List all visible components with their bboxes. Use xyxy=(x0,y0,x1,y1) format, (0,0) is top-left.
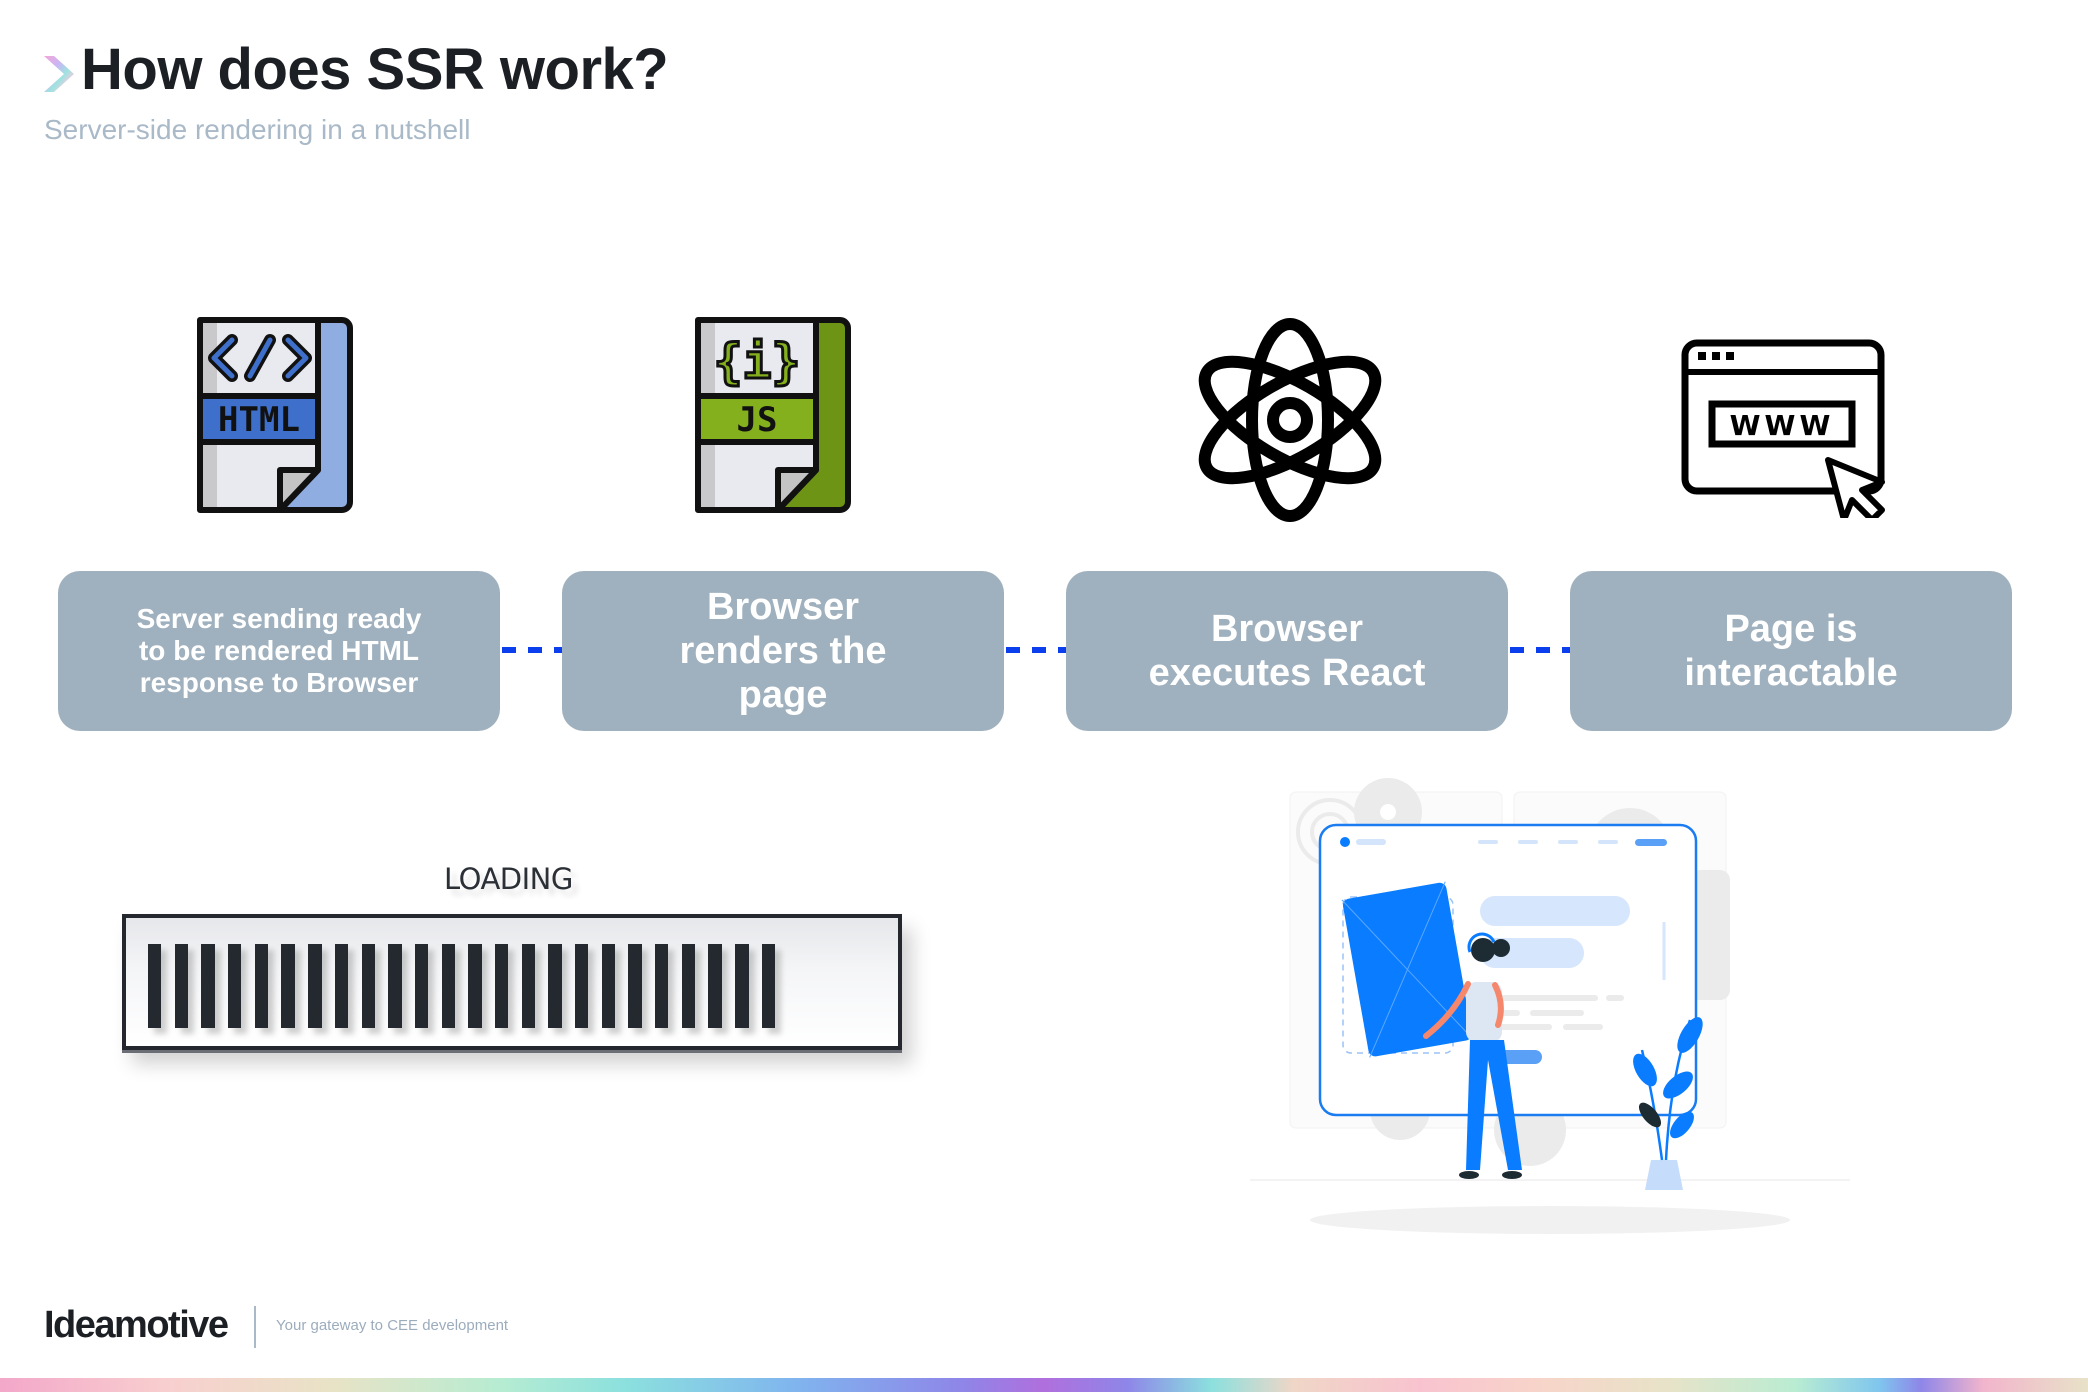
rainbow-gradient-bar xyxy=(0,1378,2088,1392)
loading-segment xyxy=(708,944,722,1028)
atom-react-icon xyxy=(1198,318,1382,522)
loading-segment xyxy=(334,944,349,1028)
loading-segment xyxy=(735,944,749,1028)
loading-segment xyxy=(414,944,429,1028)
dashed-connector xyxy=(1510,647,1572,653)
loading-segment xyxy=(521,944,536,1028)
loading-segment xyxy=(254,944,269,1028)
loading-segment xyxy=(468,944,482,1028)
loading-segment xyxy=(494,944,509,1028)
html-file-icon: HTML xyxy=(197,317,353,513)
loading-segments xyxy=(148,944,776,1028)
step-2-text: Browser renders the page xyxy=(679,586,887,716)
js-icon-symbol: {i} xyxy=(714,334,801,390)
logo-chevron-icon xyxy=(44,56,74,92)
loading-segment xyxy=(441,944,455,1028)
html-icon-label: HTML xyxy=(218,400,300,440)
loading-segment xyxy=(601,944,616,1028)
loading-segment xyxy=(548,944,562,1028)
js-file-icon: JS {i} xyxy=(695,317,851,513)
loading-segment xyxy=(174,944,189,1028)
browser-window-cursor-icon: WWW xyxy=(1681,339,1885,518)
www-label: WWW xyxy=(1730,409,1835,442)
step-1-text: Server sending ready to be rendered HTML… xyxy=(136,603,422,698)
js-icon-label: JS xyxy=(737,400,778,440)
loading-segment xyxy=(281,944,295,1028)
loading-segment xyxy=(228,944,242,1028)
loading-progress-bar xyxy=(122,914,902,1050)
webpage-builder-illustration xyxy=(1250,778,1850,1234)
step-box-browser-executes-react: Browser executes React xyxy=(1066,571,1508,731)
loading-segment xyxy=(308,944,322,1028)
page-title: How does SSR work? xyxy=(81,37,669,102)
loading-segment xyxy=(575,944,589,1028)
loading-label: LOADING xyxy=(444,862,573,896)
step-box-server-sends-html: Server sending ready to be rendered HTML… xyxy=(58,571,500,731)
dashed-connector xyxy=(502,647,564,653)
step-4-text: Page is interactable xyxy=(1684,608,1898,694)
step-box-browser-renders: Browser renders the page xyxy=(562,571,1004,731)
dashed-connector xyxy=(1006,647,1068,653)
page-subtitle: Server-side rendering in a nutshell xyxy=(44,114,471,145)
loading-segment xyxy=(761,944,776,1028)
brand-logo: Ideamotive xyxy=(44,1304,229,1346)
step-box-page-interactable: Page is interactable xyxy=(1570,571,2012,731)
loading-segment xyxy=(148,944,162,1028)
loading-segment xyxy=(628,944,642,1028)
loading-segment xyxy=(388,944,402,1028)
loading-segment xyxy=(201,944,215,1028)
loading-segment xyxy=(655,944,669,1028)
loading-segment xyxy=(681,944,696,1028)
loading-segment xyxy=(361,944,375,1028)
step-3-text: Browser executes React xyxy=(1148,608,1426,694)
footer-tagline: Your gateway to CEE development xyxy=(276,1317,509,1334)
footer-divider xyxy=(254,1306,256,1348)
